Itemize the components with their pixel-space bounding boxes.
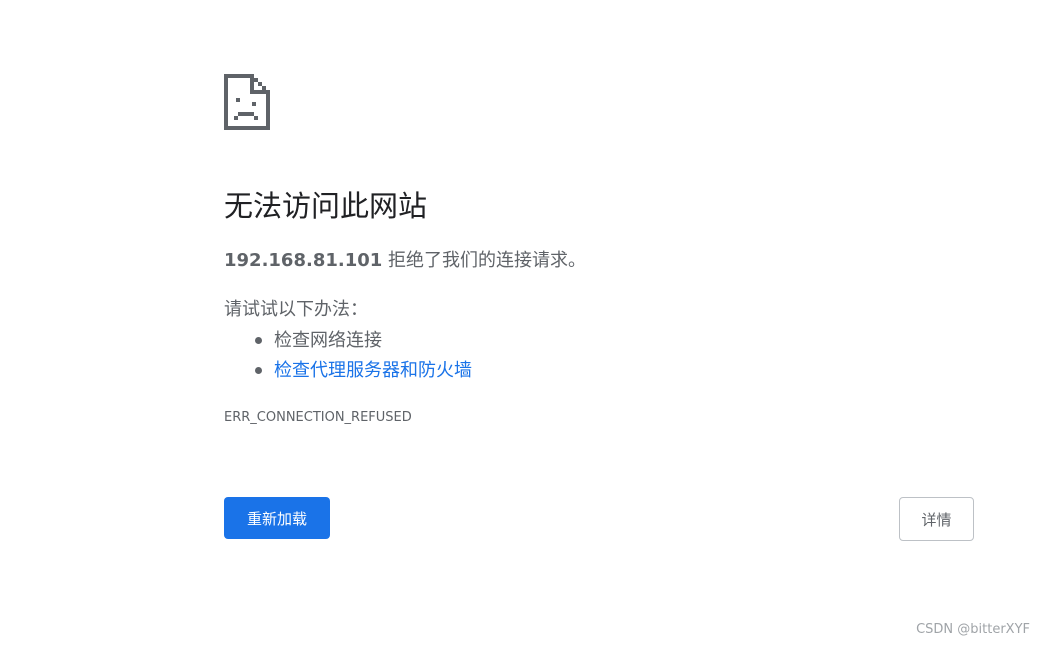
- sad-document-icon: [224, 74, 270, 130]
- error-message-text: 拒绝了我们的连接请求。: [382, 250, 587, 271]
- error-message: 192.168.81.101 拒绝了我们的连接请求。: [224, 248, 586, 274]
- page-title: 无法访问此网站: [224, 189, 428, 223]
- error-page: 无法访问此网站 192.168.81.101 拒绝了我们的连接请求。 请试试以下…: [0, 0, 1045, 645]
- bullet-icon: [255, 337, 262, 344]
- error-host: 192.168.81.101: [224, 250, 383, 271]
- details-button[interactable]: 详情: [899, 497, 974, 541]
- suggestions-heading: 请试试以下办法：: [224, 299, 368, 320]
- bullet-icon: [255, 367, 262, 374]
- suggestions-list: 检查网络连接 检查代理服务器和防火墙: [224, 326, 472, 386]
- suggestion-item-check-network: 检查网络连接: [224, 326, 472, 356]
- watermark: CSDN @bitterXYF: [916, 622, 1030, 637]
- check-proxy-firewall-link[interactable]: 检查代理服务器和防火墙: [274, 360, 472, 381]
- suggestion-item-check-proxy: 检查代理服务器和防火墙: [224, 356, 472, 386]
- suggestion-label: 检查网络连接: [274, 330, 382, 351]
- reload-button[interactable]: 重新加载: [224, 497, 330, 539]
- error-code: ERR_CONNECTION_REFUSED: [224, 410, 412, 425]
